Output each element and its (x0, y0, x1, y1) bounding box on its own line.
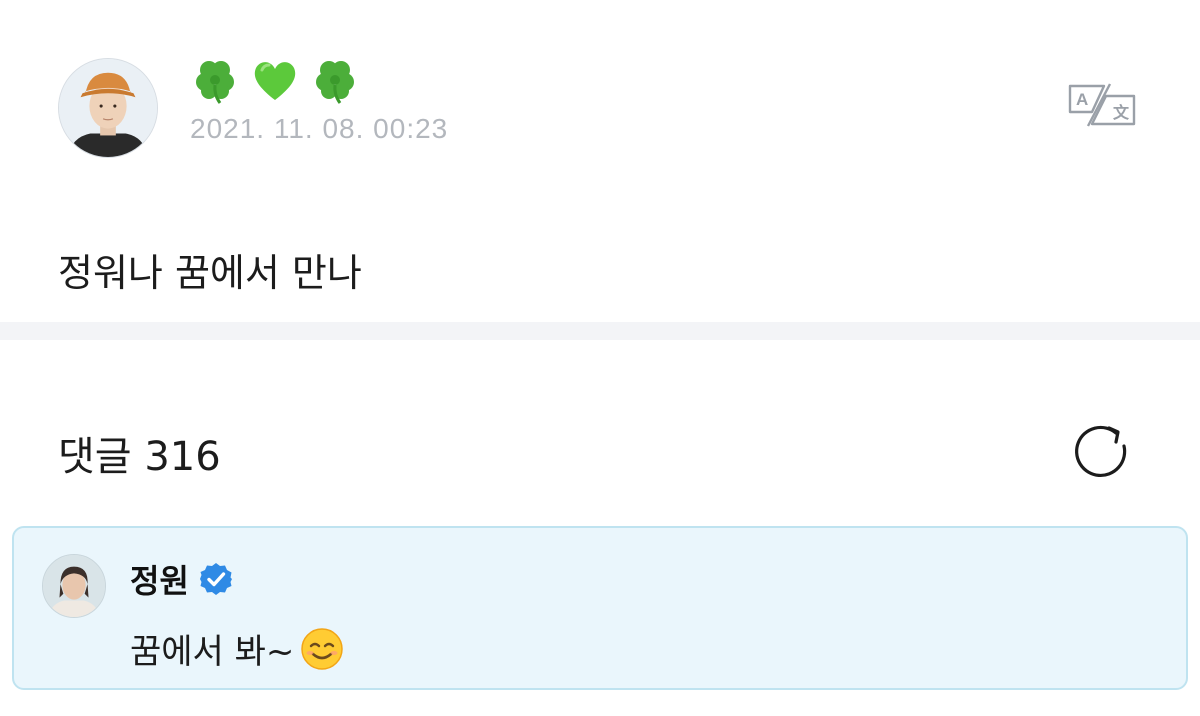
translate-button[interactable]: A 文 (1066, 82, 1138, 128)
translate-icon: A 文 (1068, 83, 1136, 127)
comments-count-title: 댓글 316 (58, 434, 221, 480)
refresh-icon (1075, 425, 1127, 478)
profile-photo-icon (43, 555, 105, 617)
svg-text:A: A (1076, 90, 1088, 109)
comment-author-name[interactable]: 정원 (130, 556, 189, 602)
four-leaf-clover-icon (196, 61, 234, 104)
four-leaf-clover-icon (316, 61, 354, 104)
comment-author: 정원 (130, 556, 233, 602)
post-timestamp: 2021. 11. 08. 00:23 (190, 113, 449, 144)
verified-badge-icon (199, 563, 232, 595)
refresh-comments-button[interactable] (1072, 422, 1132, 482)
author-avatar[interactable] (58, 58, 158, 158)
comment-text-body: 꿈에서 봐~ (130, 632, 295, 672)
svg-text:文: 文 (1113, 103, 1130, 122)
author-name-emojis[interactable] (190, 48, 360, 112)
comment-text: 꿈에서 봐~ (130, 624, 344, 673)
smiling-face-icon (301, 627, 344, 670)
section-divider (0, 322, 1200, 340)
post-page: 2021. 11. 08. 00:23 A 文 정워나 꿈에서 만나 댓글 31… (0, 0, 1200, 716)
post-body-text: 정워나 꿈에서 만나 (58, 251, 362, 295)
profile-photo-icon (59, 59, 157, 157)
comment-author-avatar[interactable] (42, 554, 106, 618)
pinned-artist-comment[interactable]: 정원 꿈에서 봐~ (12, 526, 1188, 690)
green-heart-icon (254, 62, 296, 100)
